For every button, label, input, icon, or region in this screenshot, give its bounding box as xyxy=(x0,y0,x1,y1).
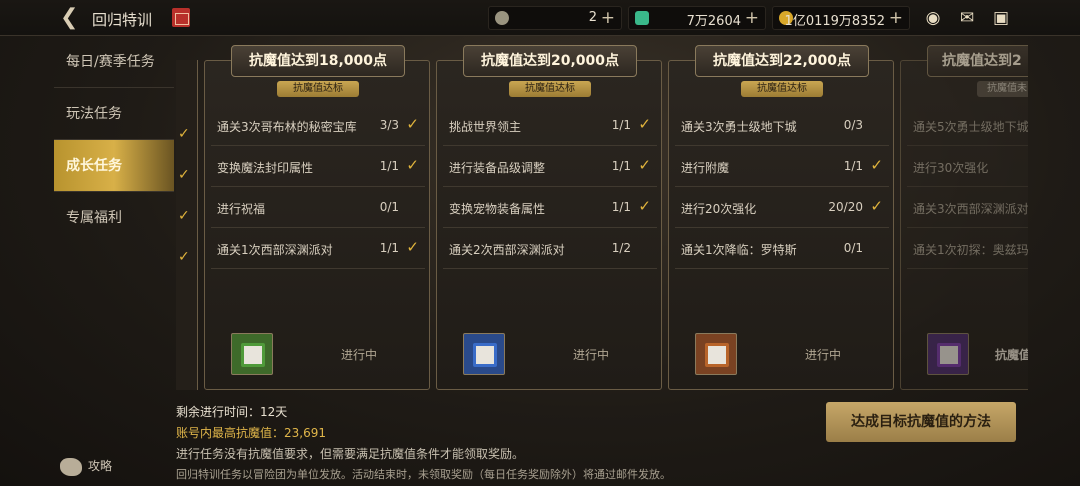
check-icon: ✓ xyxy=(406,115,419,133)
task-row: 通关5次勇士级地下城 xyxy=(907,105,1028,146)
task-card: 抗魔值达到22,000点 抗魔值达标 通关3次勇士级地下城 0/3 进行附魔 1/1… xyxy=(668,45,894,390)
reward-chest-icon[interactable] xyxy=(231,333,273,375)
task-row: 挑战世界领主 1/1 ✓ xyxy=(443,105,657,146)
status-text: 进行中 xyxy=(573,348,610,362)
back-arrow-icon[interactable]: ❮ xyxy=(60,6,84,30)
task-row: 进行30次强化 xyxy=(907,146,1028,187)
resource-crystal: 7万2604 + xyxy=(628,6,766,30)
status-badge: 抗魔值达标 xyxy=(509,81,591,97)
check-icon: ✓ xyxy=(638,156,651,174)
task-row: 进行祝福 0/1 xyxy=(211,187,425,228)
check-icon: ✓ xyxy=(870,197,883,215)
task-row: 通关3次西部深渊派对 xyxy=(907,187,1028,228)
sidebar: 每日/赛季任务 玩法任务 成长任务 专属福利 xyxy=(54,36,174,386)
sidebar-item-exclusive[interactable]: 专属福利 xyxy=(54,192,174,244)
check-icon: ✓ xyxy=(870,156,883,174)
task-row: 通关1次降临：罗特斯 0/1 xyxy=(675,228,889,269)
status-badge: 抗魔值未 xyxy=(977,81,1028,97)
task-row: 变换宠物装备属性 1/1 ✓ xyxy=(443,187,657,228)
guide-button[interactable]: 攻略 xyxy=(60,457,112,476)
reward-chest-icon[interactable] xyxy=(463,333,505,375)
add-crystal-button[interactable]: + xyxy=(745,8,759,28)
target-method-button[interactable]: 达成目标抗魔值的方法 xyxy=(826,402,1016,442)
note-distribution: 回归特训任务以冒险团为单位发放。活动结束时，未领取奖励（每日任务奖励除外）将通过… xyxy=(176,468,671,481)
resource-gold: 1亿0119万8352 + xyxy=(772,6,910,30)
task-row: 通关1次初探：奥兹玛 xyxy=(907,228,1028,269)
add-gold-button[interactable]: + xyxy=(889,8,903,28)
resource-c-coin: 2 + xyxy=(488,6,622,30)
guide-icon xyxy=(60,457,82,476)
sidebar-item-gameplay[interactable]: 玩法任务 xyxy=(54,88,174,140)
add-c-coin-button[interactable]: + xyxy=(601,8,615,28)
previous-card-partial: ✓ ✓ ✓ ✓ xyxy=(176,60,198,390)
chat-icon[interactable]: ▣ xyxy=(990,8,1012,28)
check-icon: ✓ xyxy=(406,238,419,256)
card-title: 抗魔值达到2 xyxy=(927,45,1028,77)
reward-chest-icon[interactable] xyxy=(927,333,969,375)
task-row: 进行20次强化 20/20 ✓ xyxy=(675,187,889,228)
check-icon: ✓ xyxy=(638,115,651,133)
coin-c-icon xyxy=(495,11,509,25)
card-title: 抗魔值达到18,000点 xyxy=(231,45,405,77)
sidebar-item-daily-season[interactable]: 每日/赛季任务 xyxy=(54,36,174,88)
task-row: 进行附魔 1/1 ✓ xyxy=(675,146,889,187)
crystal-icon xyxy=(635,11,649,25)
calendar-icon[interactable] xyxy=(172,8,190,27)
sidebar-item-growth[interactable]: 成长任务 xyxy=(54,140,174,192)
task-row: 通关3次哥布林的秘密宝库 3/3 ✓ xyxy=(211,105,425,146)
status-text: 抗魔值 xyxy=(995,348,1028,362)
status-badge: 抗魔值达标 xyxy=(741,81,823,97)
task-row: 进行装备品级调整 1/1 ✓ xyxy=(443,146,657,187)
task-card: 抗魔值达到18,000点 抗魔值达标 通关3次哥布林的秘密宝库 3/3 ✓ 变换魔法… xyxy=(204,45,430,390)
page-title: 回归特训 xyxy=(92,11,153,29)
task-card: 抗魔值达到2 抗魔值未 通关5次勇士级地下城 进行30次强化 通关3次西部深渊派… xyxy=(900,45,1028,390)
remaining-time: 剩余进行时间：12天 xyxy=(176,405,288,419)
check-icon: ✓ xyxy=(406,156,419,174)
task-row: 变换魔法封印属性 1/1 ✓ xyxy=(211,146,425,187)
top-bar: ❮ 回归特训 2 + 7万2604 + 1亿0119万8352 + ◉ ✉ ▣ xyxy=(0,0,1080,36)
task-card: 抗魔值达到20,000点 抗魔值达标 挑战世界领主 1/1 ✓ 进行装备品级调整 1/… xyxy=(436,45,662,390)
reward-chest-icon[interactable] xyxy=(695,333,737,375)
status-text: 进行中 xyxy=(341,348,378,362)
status-badge: 抗魔值达标 xyxy=(277,81,359,97)
check-icon: ✓ xyxy=(638,197,651,215)
highest-value: 账号内最高抗魔值：23,691 xyxy=(176,426,326,440)
guide-label: 攻略 xyxy=(88,459,113,473)
bag-icon[interactable]: ◉ xyxy=(922,8,944,28)
card-title: 抗魔值达到20,000点 xyxy=(463,45,637,77)
mail-icon[interactable]: ✉ xyxy=(956,8,978,28)
status-text: 进行中 xyxy=(805,348,842,362)
task-row: 通关2次西部深渊派对 1/2 xyxy=(443,228,657,269)
note-requirement: 进行任务没有抗魔值要求，但需要满足抗魔值条件才能领取奖励。 xyxy=(176,447,525,461)
task-row: 通关3次勇士级地下城 0/3 xyxy=(675,105,889,146)
task-row: 通关1次西部深渊派对 1/1 ✓ xyxy=(211,228,425,269)
task-card-scroller[interactable]: ✓ ✓ ✓ ✓ 抗魔值达到18,000点 抗魔值达标 通关3次哥布林的秘密宝库 3… xyxy=(176,44,1028,392)
card-title: 抗魔值达到22,000点 xyxy=(695,45,869,77)
